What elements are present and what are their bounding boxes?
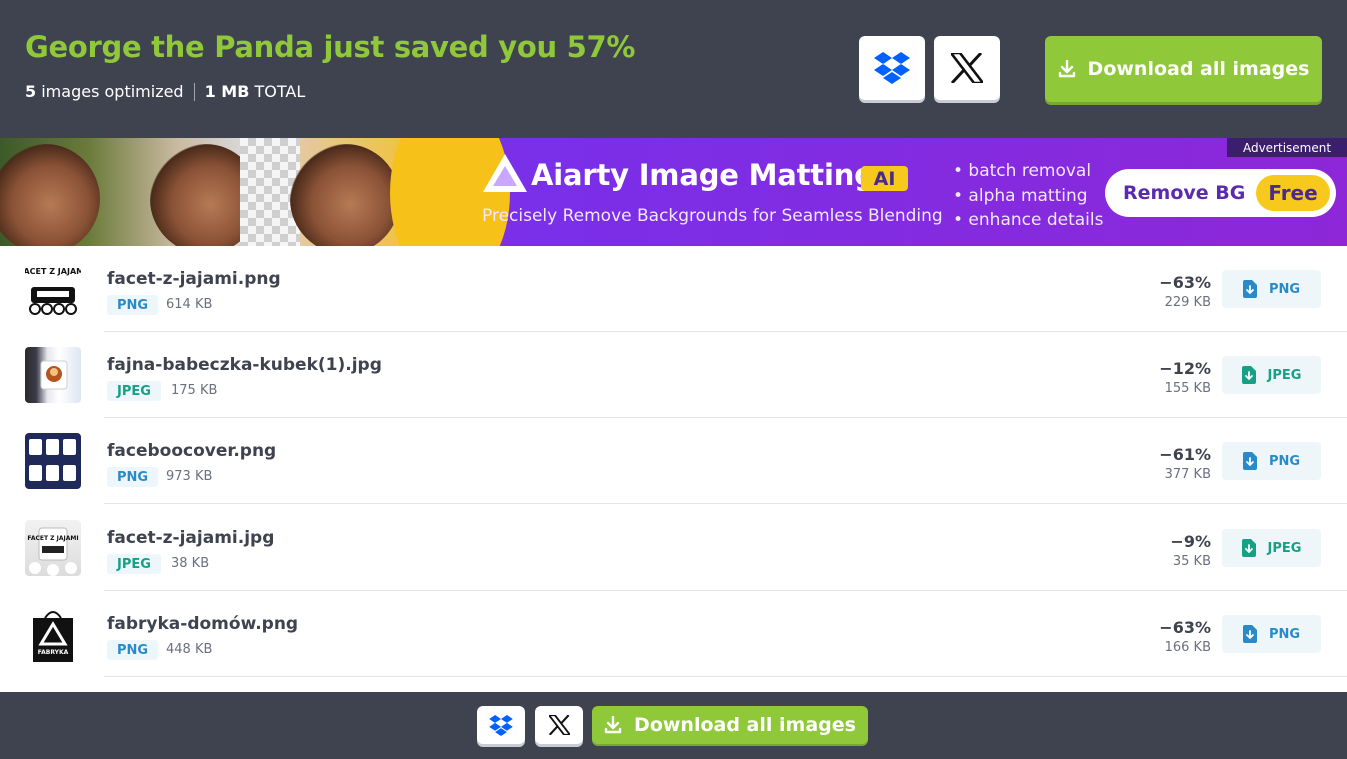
summary-divider — [193, 82, 195, 101]
download-file-button[interactable]: PNG — [1222, 442, 1321, 480]
savings-headline: George the Panda just saved you 57% — [25, 30, 636, 64]
savings-percent: −61% — [1159, 445, 1211, 464]
image-count: 5 — [25, 82, 37, 101]
file-download-icon — [1241, 539, 1256, 557]
ad-cta-label: Remove BG — [1123, 182, 1246, 204]
file-name: fajna-babeczka-kubek(1).jpg — [107, 355, 382, 375]
savings-percent: −9% — [1170, 532, 1211, 551]
aiarty-logo-icon — [483, 154, 527, 192]
thumbnail-text: FACET Z JAJAMI — [27, 535, 78, 542]
optimized-size: 155 KB — [1164, 381, 1211, 396]
optimization-summary: 5 images optimized 1 MB TOTAL — [25, 82, 305, 101]
download-file-button[interactable]: JPEG — [1222, 529, 1321, 567]
original-size: 38 KB — [171, 556, 210, 571]
thumbnail-text: FABRYKA — [38, 649, 69, 656]
original-size: 175 KB — [171, 383, 218, 398]
images-label: images optimized — [41, 82, 184, 101]
download-all-label: Download all images — [634, 714, 856, 736]
download-icon — [604, 716, 622, 734]
download-format-label: PNG — [1268, 453, 1301, 469]
original-size: 973 KB — [166, 469, 213, 484]
download-format-label: PNG — [1268, 281, 1301, 297]
share-on-x-button[interactable] — [934, 36, 1000, 100]
optimized-size: 35 KB — [1172, 554, 1211, 569]
file-name: fabryka-domów.png — [107, 614, 299, 634]
savings-percent: −12% — [1159, 359, 1211, 378]
ad-portrait-image — [0, 144, 100, 246]
ad-remove-bg-button[interactable]: Remove BG Free — [1105, 169, 1336, 217]
download-file-button[interactable]: JPEG — [1222, 356, 1321, 394]
file-type-badge: PNG — [107, 295, 159, 315]
file-type-badge: JPEG — [107, 554, 161, 574]
file-thumbnail: FACET Z JAJAMI — [25, 261, 81, 317]
ad-free-badge: Free — [1256, 175, 1330, 211]
file-name: facet-z-jajami.png — [107, 269, 281, 289]
optimized-size: 377 KB — [1164, 467, 1211, 482]
file-row: FABRYKA fabryka-domów.png PNG 448 KB −63… — [0, 591, 1347, 677]
file-thumbnail: FABRYKA — [25, 606, 81, 662]
row-divider — [104, 503, 1347, 504]
thumbnail-text: FACET Z JAJAMI — [25, 267, 81, 276]
savings-percent: −63% — [1159, 618, 1211, 637]
ad-photo-collage — [0, 138, 510, 246]
share-on-x-button[interactable] — [535, 706, 583, 744]
x-icon — [951, 53, 983, 83]
file-download-icon — [1242, 625, 1257, 643]
download-all-button[interactable]: Download all images — [592, 706, 868, 744]
file-type-badge: JPEG — [107, 381, 161, 401]
original-size: 614 KB — [166, 297, 213, 312]
file-thumbnail — [25, 433, 81, 489]
savings-percent: −63% — [1159, 273, 1211, 292]
ad-ai-badge: AI — [861, 166, 908, 191]
file-type-badge: PNG — [107, 467, 159, 487]
ad-feature-item: • alpha matting — [953, 185, 1088, 206]
download-all-button[interactable]: Download all images — [1045, 36, 1322, 102]
download-format-label: JPEG — [1267, 367, 1302, 383]
ad-feature-item: • batch removal — [953, 161, 1092, 181]
ad-title: Aiarty Image Matting — [531, 158, 875, 192]
dropbox-icon — [489, 714, 513, 736]
download-file-button[interactable]: PNG — [1222, 615, 1321, 653]
file-row: faceboocover.png PNG 973 KB −61% 377 KB … — [0, 418, 1347, 504]
advertisement-banner[interactable]: Aiarty Image Matting AI Precisely Remove… — [0, 138, 1347, 246]
file-thumbnail: FACET Z JAJAMI — [25, 520, 81, 576]
optimized-size: 229 KB — [1164, 295, 1211, 310]
file-download-icon — [1242, 280, 1257, 298]
file-row: FACET Z JAJAMI facet-z-jajami.png PNG 61… — [0, 246, 1347, 332]
ad-subtitle: Precisely Remove Backgrounds for Seamles… — [482, 206, 943, 226]
total-label: TOTAL — [254, 82, 306, 101]
save-to-dropbox-button[interactable] — [859, 36, 925, 100]
download-format-label: JPEG — [1267, 540, 1302, 556]
row-divider — [104, 676, 1347, 677]
save-to-dropbox-button[interactable] — [477, 706, 525, 744]
ad-feature-item: • enhance details — [953, 210, 1104, 230]
ad-feature-list: • batch removal • alpha matting • enhanc… — [953, 159, 1103, 233]
file-download-icon — [1242, 452, 1257, 470]
optimized-size: 166 KB — [1164, 640, 1211, 655]
sticky-footer: Download all images — [0, 692, 1347, 759]
original-size: 448 KB — [166, 642, 213, 657]
total-size: 1 MB — [204, 82, 250, 101]
file-type-badge: PNG — [107, 640, 159, 660]
dropbox-icon — [874, 52, 910, 84]
file-download-icon — [1241, 366, 1256, 384]
download-format-label: PNG — [1268, 626, 1301, 642]
download-icon — [1058, 60, 1075, 78]
advertisement-label: Advertisement — [1227, 138, 1347, 157]
file-name: faceboocover.png — [107, 441, 277, 461]
file-row: FACET Z JAJAMI facet-z-jajami.jpg JPEG 3… — [0, 505, 1347, 591]
ad-portrait-image — [290, 144, 400, 246]
download-file-button[interactable]: PNG — [1222, 270, 1321, 308]
x-icon — [548, 715, 570, 735]
file-row: fajna-babeczka-kubek(1).jpg JPEG 175 KB … — [0, 332, 1347, 418]
file-name: facet-z-jajami.jpg — [107, 528, 275, 548]
download-all-label: Download all images — [1087, 58, 1310, 80]
file-thumbnail — [25, 347, 81, 403]
results-header: George the Panda just saved you 57% 5 im… — [0, 0, 1347, 138]
